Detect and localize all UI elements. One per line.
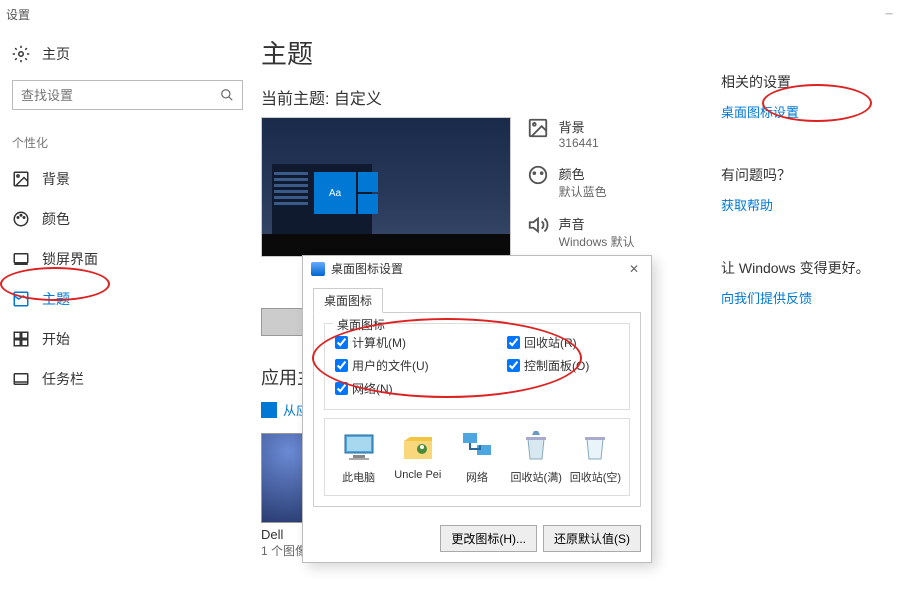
home-label: 主页 bbox=[42, 44, 70, 64]
window-titlebar: 设置 ─ bbox=[0, 0, 915, 28]
sidebar-item-label: 任务栏 bbox=[42, 369, 84, 389]
icon-item-user[interactable]: Uncle Pei bbox=[390, 429, 445, 485]
meta-background[interactable]: 背景316441 bbox=[527, 117, 635, 150]
home-button[interactable]: 主页 bbox=[0, 38, 255, 70]
sidebar-item-start[interactable]: 开始 bbox=[0, 319, 255, 359]
dialog-title: 桌面图标设置 bbox=[331, 260, 403, 277]
dialog-icon bbox=[311, 262, 325, 276]
sidebar-item-taskbar[interactable]: 任务栏 bbox=[0, 359, 255, 399]
sidebar-item-label: 锁屏界面 bbox=[42, 249, 98, 269]
preview-tile-text: Aa bbox=[314, 172, 356, 214]
improve-header: 让 Windows 变得更好。 bbox=[721, 258, 899, 278]
sidebar-item-color[interactable]: 颜色 bbox=[0, 199, 255, 239]
current-theme-label: 当前主题: 自定义 bbox=[261, 85, 685, 109]
related-settings-header: 相关的设置 bbox=[721, 72, 899, 92]
theme-icon bbox=[12, 290, 30, 308]
picture-icon bbox=[527, 117, 549, 139]
check-userfiles[interactable]: 用户的文件(U) bbox=[335, 357, 447, 374]
sidebar-section-label: 个性化 bbox=[0, 120, 255, 159]
sidebar-item-theme[interactable]: 主题 bbox=[0, 279, 255, 319]
palette-icon bbox=[12, 210, 30, 228]
settings-sidebar: 主页 个性化 背景 颜色 锁屏界面 主题 开始 bbox=[0, 28, 255, 601]
palette-icon bbox=[527, 164, 549, 186]
icon-item-bin-full[interactable]: 回收站(满) bbox=[509, 429, 564, 485]
icon-item-network[interactable]: 网络 bbox=[449, 429, 504, 485]
sidebar-item-label: 背景 bbox=[42, 169, 70, 189]
feedback-link[interactable]: 向我们提供反馈 bbox=[721, 288, 899, 307]
check-recycle[interactable]: 回收站(R) bbox=[507, 334, 619, 351]
change-icon-button[interactable]: 更改图标(H)... bbox=[440, 525, 537, 552]
icon-preview-list: 此电脑 Uncle Pei 网络 回收站(满) 回收站(空) bbox=[324, 418, 630, 496]
sound-icon bbox=[527, 214, 549, 236]
gear-icon bbox=[12, 45, 30, 63]
page-title: 主题 bbox=[261, 34, 685, 71]
desktop-icons-link[interactable]: 桌面图标设置 bbox=[721, 102, 899, 121]
help-link[interactable]: 获取帮助 bbox=[721, 195, 899, 214]
dialog-titlebar[interactable]: 桌面图标设置 ✕ bbox=[303, 256, 651, 281]
search-icon bbox=[220, 88, 234, 102]
taskbar-icon bbox=[12, 370, 30, 388]
sidebar-item-lockscreen[interactable]: 锁屏界面 bbox=[0, 239, 255, 279]
desktop-icons-dialog: 桌面图标设置 ✕ 桌面图标 桌面图标 计算机(M) 用户的文件(U) 网络(N)… bbox=[302, 255, 652, 563]
close-icon[interactable]: ✕ bbox=[625, 262, 643, 276]
right-column: 相关的设置 桌面图标设置 有问题吗？ 获取帮助 让 Windows 变得更好。 … bbox=[715, 28, 915, 601]
check-network[interactable]: 网络(N) bbox=[335, 380, 447, 397]
check-controlpanel[interactable]: 控制面板(O) bbox=[507, 357, 619, 374]
tab-desktop-icons[interactable]: 桌面图标 bbox=[313, 288, 383, 313]
search-field[interactable] bbox=[12, 80, 243, 110]
store-icon bbox=[261, 402, 277, 418]
meta-color[interactable]: 颜色默认蓝色 bbox=[527, 164, 635, 200]
window-title: 设置 bbox=[6, 6, 30, 23]
sidebar-item-background[interactable]: 背景 bbox=[0, 159, 255, 199]
groupbox-legend: 桌面图标 bbox=[333, 316, 389, 333]
sidebar-item-label: 主题 bbox=[42, 289, 70, 309]
image-icon bbox=[12, 170, 30, 188]
meta-sound[interactable]: 声音Windows 默认 bbox=[527, 214, 635, 250]
restore-defaults-button[interactable]: 还原默认值(S) bbox=[543, 525, 641, 552]
lock-icon bbox=[12, 250, 30, 268]
start-icon bbox=[12, 330, 30, 348]
sidebar-item-label: 开始 bbox=[42, 329, 70, 349]
theme-preview[interactable]: Aa bbox=[261, 117, 511, 257]
search-input[interactable] bbox=[21, 88, 220, 103]
check-computer[interactable]: 计算机(M) bbox=[335, 334, 447, 351]
icon-item-bin-empty[interactable]: 回收站(空) bbox=[568, 429, 623, 485]
sidebar-item-label: 颜色 bbox=[42, 209, 70, 229]
minimize-button[interactable]: ─ bbox=[869, 9, 909, 20]
icon-item-this-pc[interactable]: 此电脑 bbox=[331, 429, 386, 485]
desktop-icons-group: 桌面图标 计算机(M) 用户的文件(U) 网络(N) 回收站(R) 控制面板(O… bbox=[324, 323, 630, 410]
question-header: 有问题吗？ bbox=[721, 165, 899, 185]
